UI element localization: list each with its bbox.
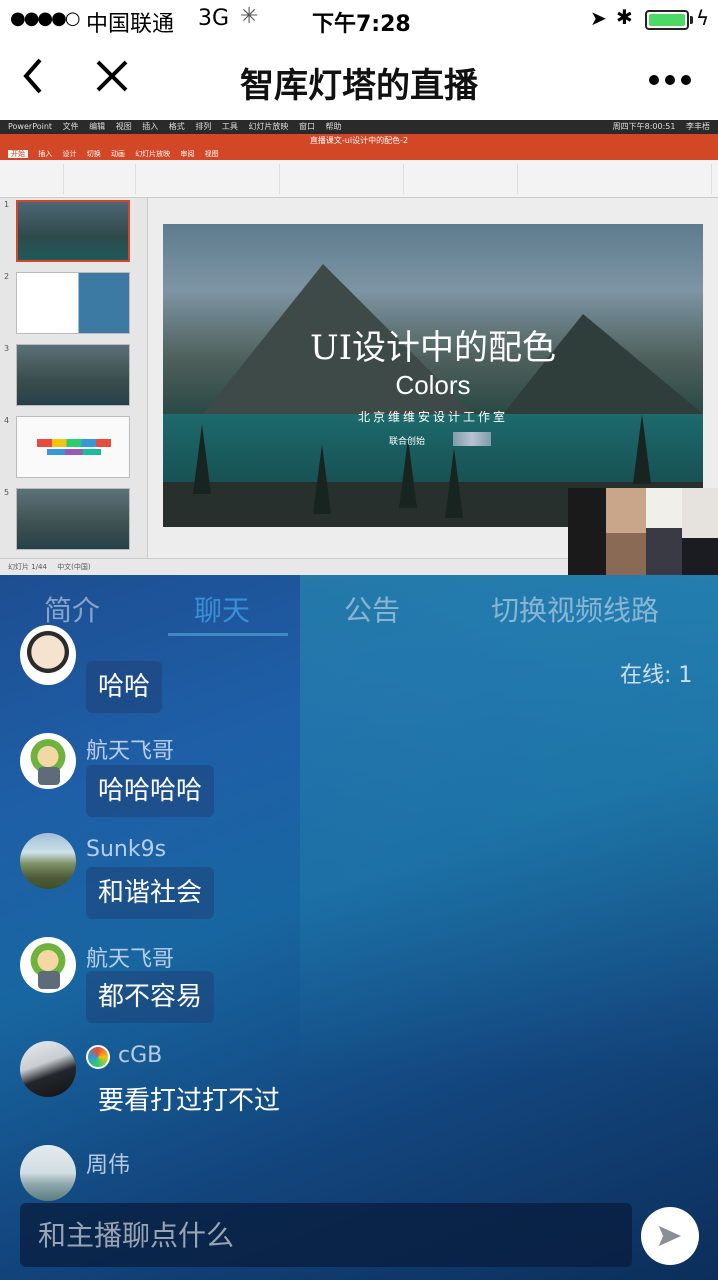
- ppt-ribbon-tabs: 开始 插入 设计 切换 动画 幻灯片放映 审阅 视图: [0, 148, 718, 160]
- active-tab-indicator: [168, 633, 288, 636]
- mac-menu-bar: PowerPoint 文件 编辑 视图 插入 格式 排列 工具 幻灯片放映 窗口…: [0, 120, 718, 134]
- send-icon: [659, 1226, 681, 1246]
- lollipop-badge-icon: [86, 1045, 110, 1069]
- avatar[interactable]: [20, 833, 76, 889]
- slide-thumbnail: [16, 200, 130, 262]
- slide-subtitle: Colors: [395, 370, 471, 400]
- network-type: 3G: [198, 6, 230, 31]
- thumb-number: 3: [4, 344, 10, 353]
- ribbon-tab: 视图: [204, 150, 219, 158]
- thumb-number: 2: [4, 272, 10, 281]
- slide-thumbnails: 1 2 3 4 5: [0, 198, 148, 558]
- status-bar: ●●●●○ 中国联通 3G ✳ 下午7:28 ➤ ✱ ϟ: [0, 0, 718, 40]
- ribbon-tab: 开始: [8, 150, 28, 158]
- message-bubble: 和谐社会: [86, 867, 215, 919]
- more-button[interactable]: [648, 50, 692, 104]
- nav-bar: 智库灯塔的直播: [0, 40, 718, 120]
- slide-author: 联合创始: [389, 437, 426, 447]
- ribbon-group: [140, 164, 280, 194]
- location-icon: ➤: [590, 6, 607, 30]
- ribbon-tab: 审阅: [180, 150, 195, 158]
- menu-item: 编辑: [89, 122, 106, 131]
- send-button[interactable]: [641, 1207, 699, 1265]
- menu-item: 排列: [195, 122, 212, 131]
- slide-thumbnail: [16, 272, 130, 334]
- activity-spinner-icon: ✳: [240, 4, 259, 29]
- ribbon-group: [4, 164, 64, 194]
- avatar[interactable]: [20, 733, 76, 789]
- status-time: 下午7:28: [312, 12, 411, 37]
- username: 周伟: [86, 1153, 131, 1178]
- slide-thumbnail: [16, 344, 130, 406]
- tab-announcement[interactable]: 公告: [344, 589, 400, 629]
- menu-item: 插入: [142, 122, 159, 131]
- thumb-number: 4: [4, 416, 10, 425]
- username: cGB: [118, 1043, 163, 1068]
- tab-intro[interactable]: 简介: [44, 589, 100, 629]
- message-bubble: 哈哈哈哈: [86, 765, 215, 817]
- blurred-name: [453, 432, 491, 446]
- ribbon-tab: 设计: [62, 150, 77, 158]
- message-bubble: 要看打过打不过: [98, 1086, 281, 1116]
- battery-tip: [690, 16, 693, 24]
- ppt-document-title: 直播课文-ui设计中的配色-2: [0, 134, 718, 148]
- menu-item: 工具: [221, 122, 238, 131]
- menu-item: 窗口: [298, 122, 315, 131]
- avatar[interactable]: [20, 625, 76, 685]
- menu-item: 文件: [62, 122, 79, 131]
- thumb-number: 1: [4, 200, 10, 209]
- menu-item: PowerPoint: [8, 122, 53, 131]
- presenter-camera: [568, 488, 718, 575]
- slide-thumbnail: [16, 416, 130, 478]
- battery-icon: [645, 10, 689, 30]
- ribbon-group: [66, 164, 136, 194]
- online-count: 在线: 1: [620, 663, 693, 688]
- tab-switch-video-line[interactable]: 切换视频线路: [491, 589, 659, 629]
- carrier-name: 中国联通: [86, 12, 175, 37]
- chat-panel: 简介 聊天 公告 切换视频线路 在线: 1 哈哈 航天飞哥 哈哈哈哈 Sunk9…: [0, 575, 718, 1280]
- ppt-ribbon: [0, 160, 718, 198]
- slide-thumbnail: [16, 488, 130, 550]
- menu-item: 格式: [168, 122, 185, 131]
- username: 航天飞哥: [86, 947, 175, 972]
- message-bubble: 哈哈: [86, 661, 163, 713]
- username: Sunk9s: [86, 837, 167, 862]
- language: 中文(中国): [57, 563, 91, 571]
- more-icon: [649, 75, 691, 85]
- avatar[interactable]: [20, 1041, 76, 1097]
- message-bubble: 都不容易: [86, 971, 215, 1023]
- chat-input[interactable]: [20, 1203, 632, 1267]
- ribbon-tab: 动画: [110, 150, 125, 158]
- tab-bar: 简介 聊天 公告 切换视频线路: [0, 575, 718, 637]
- ribbon-group: [522, 164, 712, 194]
- slide-title: UI设计中的配色: [309, 328, 557, 368]
- chat-input-container: [20, 1203, 632, 1267]
- avatar[interactable]: [20, 1145, 76, 1201]
- page-title: 智库灯塔的直播: [240, 66, 478, 106]
- menu-item: 帮助: [325, 122, 342, 131]
- ribbon-group: [408, 164, 518, 194]
- ribbon-tab: 幻灯片放映: [135, 150, 171, 158]
- presentation-slide: UI设计中的配色 Colors 北京维维安设计工作室 联合创始: [163, 224, 703, 527]
- tab-chat[interactable]: 聊天: [194, 589, 250, 629]
- slide-organization: 北京维维安设计工作室: [357, 410, 508, 424]
- ribbon-group: [284, 164, 404, 194]
- menu-item: 幻灯片放映: [248, 122, 289, 131]
- avatar[interactable]: [20, 937, 76, 993]
- mac-clock: 周四下午8:00:51: [612, 122, 676, 131]
- live-video-player[interactable]: PowerPoint 文件 编辑 视图 插入 格式 排列 工具 幻灯片放映 窗口…: [0, 120, 718, 575]
- menu-item: 视图: [115, 122, 132, 131]
- slide-count: 幻灯片 1/44: [8, 563, 47, 571]
- username: 航天飞哥: [86, 739, 175, 764]
- charging-icon: ϟ: [696, 6, 710, 30]
- signal-strength-icon: ●●●●○: [10, 8, 81, 29]
- bluetooth-icon: ✱: [616, 5, 633, 29]
- thumb-number: 5: [4, 488, 10, 497]
- ribbon-tab: 切换: [86, 150, 101, 158]
- mac-user: 李丰梧: [686, 122, 710, 131]
- ribbon-tab: 插入: [38, 150, 53, 158]
